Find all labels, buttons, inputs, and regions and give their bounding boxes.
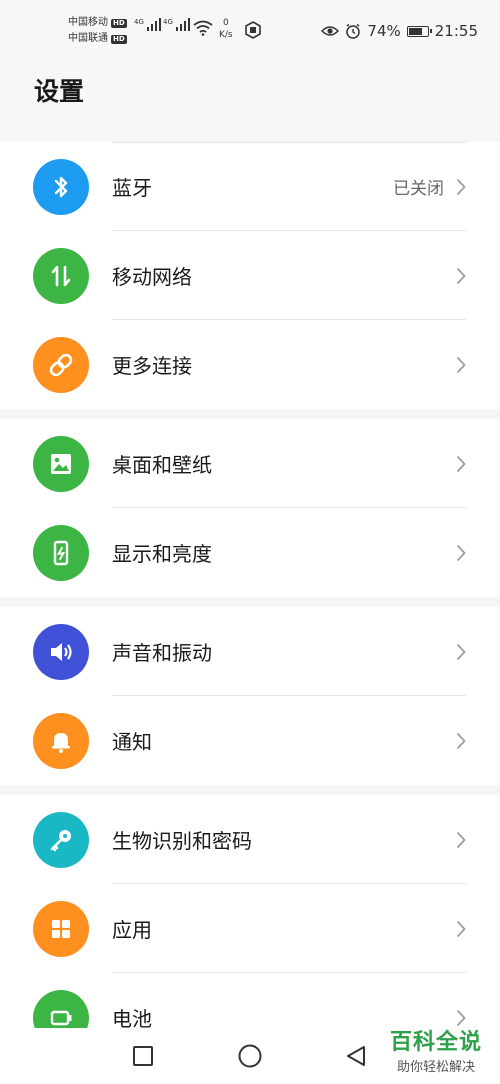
triangle-back-icon	[347, 1046, 365, 1066]
settings-item-label: 通知	[112, 730, 152, 754]
chevron-right-icon	[456, 920, 466, 937]
speaker-icon	[33, 623, 89, 680]
watermark-subtitle: 助你轻松解决	[396, 1060, 475, 1075]
carrier-info: 中国移动 HD 中国联通 HD	[68, 15, 127, 47]
chevron-right-icon	[456, 178, 466, 195]
apps-icon	[33, 900, 89, 957]
hd-badge: HD	[111, 18, 127, 28]
settings-item-label: 电池	[112, 1007, 152, 1028]
chevron-right-icon	[456, 643, 466, 660]
settings-item-label: 声音和振动	[112, 641, 212, 665]
settings-item-notifications[interactable]: 通知	[0, 696, 500, 785]
carrier-1: 中国移动	[68, 17, 108, 28]
status-right: 74% 21:55	[321, 22, 478, 40]
chevron-right-icon	[456, 356, 466, 373]
hd-badge: HD	[111, 34, 127, 44]
watermark-title: 百科全说	[389, 1030, 482, 1055]
eye-icon	[321, 26, 340, 36]
clock: 21:55	[434, 22, 478, 40]
chevron-right-icon	[456, 732, 466, 749]
settings-item-display-brightness[interactable]: 显示和亮度	[0, 508, 500, 597]
watermark: 百科全说 助你轻松解决	[390, 1024, 482, 1075]
settings-item-label: 显示和亮度	[112, 542, 212, 566]
image-icon	[33, 435, 89, 492]
link-icon	[33, 336, 89, 393]
signal-icon: 4G	[163, 18, 190, 31]
mobile-data-icon	[33, 247, 89, 304]
settings-item-label: 更多连接	[112, 354, 192, 378]
home-button[interactable]	[236, 1042, 264, 1070]
battery-percent: 74%	[367, 22, 401, 40]
settings-item-apps[interactable]: 应用	[0, 884, 500, 973]
page-header: 设置	[0, 62, 500, 142]
chevron-right-icon	[456, 267, 466, 284]
settings-item-label: 桌面和壁纸	[112, 453, 212, 477]
chevron-right-icon	[456, 455, 466, 472]
settings-group: 声音和振动 通知	[0, 607, 500, 785]
wifi-icon	[193, 20, 213, 36]
settings-item-more-connections[interactable]: 更多连接	[0, 320, 500, 409]
chevron-right-icon	[456, 544, 466, 561]
display-icon	[33, 524, 89, 581]
carrier-2: 中国联通	[68, 33, 108, 44]
nfc-icon	[245, 21, 261, 39]
bluetooth-icon	[33, 158, 89, 215]
settings-item-sound-vibration[interactable]: 声音和振动	[0, 607, 500, 696]
settings-item-battery[interactable]: 电池	[0, 973, 500, 1028]
key-icon	[33, 811, 89, 868]
settings-group: 蓝牙 已关闭 移动网络 更多连接	[0, 142, 500, 409]
settings-item-label: 生物识别和密码	[112, 829, 252, 853]
bell-icon	[33, 712, 89, 769]
recent-apps-button[interactable]	[129, 1042, 157, 1070]
settings-list[interactable]: 蓝牙 已关闭 移动网络 更多连接 桌面和壁纸 显示和亮度 声音和振动 通知 生物…	[0, 142, 500, 1028]
battery-icon	[406, 25, 432, 37]
settings-item-label: 移动网络	[112, 265, 192, 289]
settings-item-label: 蓝牙	[112, 176, 152, 200]
signal-icon: 4G	[134, 18, 161, 31]
settings-item-label: 应用	[112, 918, 152, 942]
battery-icon	[33, 989, 89, 1028]
settings-item-desktop-wallpaper[interactable]: 桌面和壁纸	[0, 419, 500, 508]
bluetooth-status: 已关闭	[393, 179, 444, 199]
page-title: 设置	[34, 77, 85, 106]
settings-group: 生物识别和密码 应用 电池	[0, 795, 500, 1028]
settings-item-biometrics-password[interactable]: 生物识别和密码	[0, 795, 500, 884]
square-icon	[133, 1046, 153, 1066]
network-speed: 0 K/s	[219, 18, 233, 40]
settings-item-bluetooth[interactable]: 蓝牙 已关闭	[0, 142, 500, 231]
back-button[interactable]	[342, 1042, 370, 1070]
settings-item-mobile-network[interactable]: 移动网络	[0, 231, 500, 320]
network-type: 4G	[163, 18, 173, 26]
circle-icon	[238, 1044, 262, 1068]
status-bar: 中国移动 HD 中国联通 HD 4G 4G 0 K/s 74% 21:55	[0, 0, 500, 62]
network-type: 4G	[134, 18, 144, 26]
alarm-icon	[346, 23, 361, 39]
chevron-right-icon	[456, 831, 466, 848]
settings-group: 桌面和壁纸 显示和亮度	[0, 419, 500, 597]
